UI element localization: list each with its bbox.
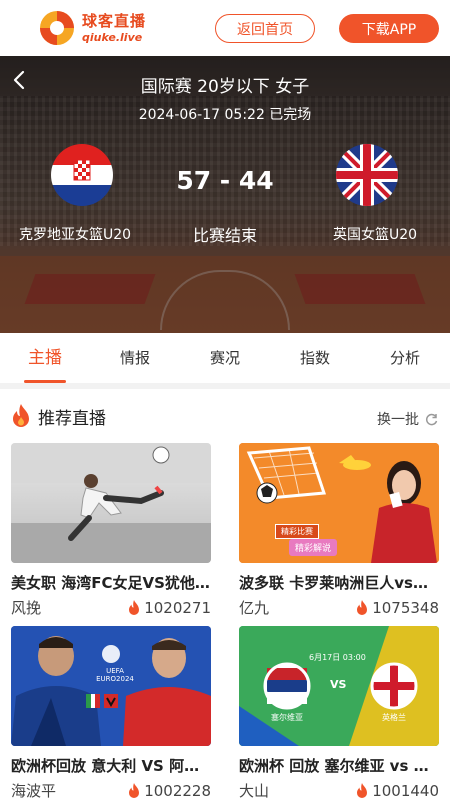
tab-intel[interactable]: 情报 [90, 333, 180, 383]
team-a-label: 塞尔维亚 [271, 713, 303, 722]
stream-card[interactable]: 6月17日 03:00 VS 塞尔维亚 英格兰 欧洲杯 回放 塞尔维亚 vs 英… [239, 626, 439, 800]
logo[interactable]: 球客直播 qiuke.live [38, 9, 146, 47]
match-status: 比赛结束 [192, 226, 257, 245]
logo-text: 球客直播 [82, 11, 147, 30]
fire-icon [129, 600, 140, 615]
tab-anchor[interactable]: 主播 [0, 333, 90, 383]
match-score: 57 - 44 [176, 166, 274, 195]
euro-players-icon: UEFA EURO2024 [11, 626, 211, 746]
back-home-button[interactable]: 返回首页 [215, 14, 315, 43]
section-title: 推荐直播 [38, 408, 106, 429]
refresh-icon [425, 413, 438, 425]
euro-match-icon: 6月17日 03:00 VS 塞尔维亚 英格兰 [239, 626, 439, 746]
commentary-badge: 精彩解说 [289, 539, 338, 556]
logo-domain: qiuke.live [82, 30, 143, 44]
team-b-label: 英格兰 [382, 713, 406, 722]
stream-card[interactable]: UEFA EURO2024 欧洲杯回放 意大利 VS 阿尔巴尼亚 海波平 100… [11, 626, 211, 800]
home-team-name: 克罗地亚女篮U20 [18, 227, 132, 243]
anchor-name: 海波平 [11, 782, 57, 800]
view-count: 1002228 [144, 781, 211, 800]
vs-label: VS [330, 678, 347, 691]
refresh-button[interactable]: 换一批 [377, 409, 438, 429]
fire-icon [357, 783, 368, 798]
hostess-icon: 精彩比赛 精彩解说 [239, 443, 439, 563]
anchor-name: 亿九 [239, 599, 270, 617]
logo-mark-icon [38, 9, 76, 47]
download-app-button[interactable]: 下载APP [339, 14, 439, 43]
top-bar: 球客直播 qiuke.live 返回首页 下载APP [0, 0, 450, 56]
view-count: 1001440 [372, 781, 439, 800]
fire-icon [129, 783, 140, 798]
highlight-badge: 精彩比赛 [275, 524, 319, 539]
uk-flag-icon [336, 144, 398, 206]
stream-title: 欧洲杯回放 意大利 VS 阿尔巴尼亚 [11, 757, 211, 775]
match-hero: 国际赛 20岁以下 女子 2024-06-17 05:22 已完场 57 - 4… [0, 56, 450, 333]
view-count: 1020271 [144, 598, 211, 617]
croatia-flag-icon [51, 144, 113, 206]
recommended-header: 推荐直播 换一批 [0, 389, 450, 443]
tab-live-status[interactable]: 赛况 [180, 333, 270, 383]
stream-title: 波多联 卡罗莱呐洲巨人vs马亚圭斯 [239, 574, 439, 592]
view-count: 1075348 [372, 598, 439, 617]
fire-icon [10, 403, 32, 429]
anchor-name: 风挽 [11, 599, 42, 617]
fire-icon [357, 600, 368, 615]
soccer-player-icon [11, 443, 211, 563]
euro-label: UEFA EURO2024 [96, 667, 134, 683]
stream-card[interactable]: 美女职 海湾FC女足VS犹他皇家女足 风挽 1020271 [11, 443, 211, 618]
stream-title: 欧洲杯 回放 塞尔维亚 vs 英格兰 [239, 757, 439, 775]
tab-odds[interactable]: 指数 [270, 333, 360, 383]
refresh-label: 换一批 [377, 412, 419, 428]
stream-card[interactable]: 精彩比赛 精彩解说 波多联 卡罗莱呐洲巨人vs马亚圭斯 亿九 1075348 [239, 443, 439, 618]
match-tabs: 主播 情报 赛况 指数 分析 [0, 333, 450, 383]
match-time: 2024-06-17 05:22 已完场 [138, 107, 312, 123]
anchor-name: 大山 [239, 782, 270, 800]
tab-analysis[interactable]: 分析 [360, 333, 450, 383]
match-date-label: 6月17日 03:00 [309, 653, 366, 662]
match-title: 国际赛 20岁以下 女子 [140, 77, 310, 97]
stream-title: 美女职 海湾FC女足VS犹他皇家女足 [11, 574, 211, 592]
away-team-name: 英国女篮U20 [332, 227, 418, 243]
